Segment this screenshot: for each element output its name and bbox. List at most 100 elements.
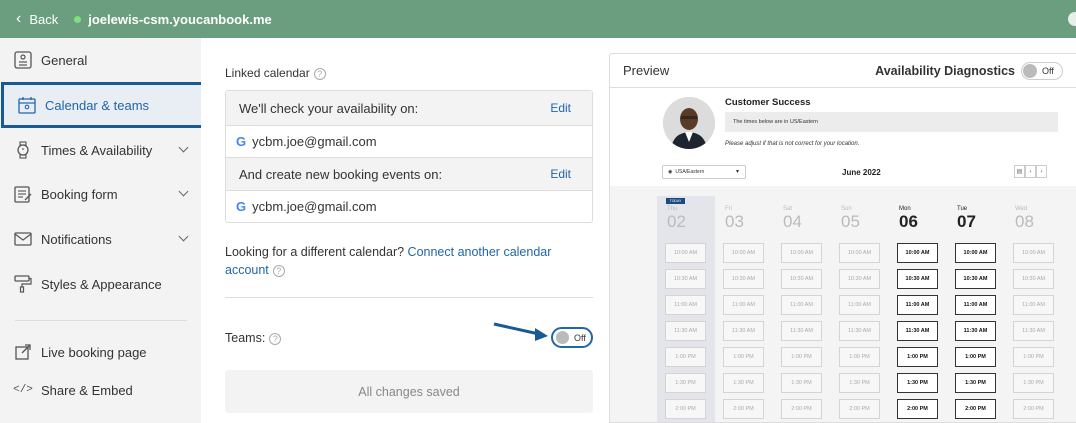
time-slot[interactable]: 11:30 AM	[897, 321, 938, 341]
teams-toggle[interactable]: Off	[551, 327, 593, 348]
time-slot[interactable]: 11:00 AM	[665, 295, 706, 315]
time-slot[interactable]: 2:00 PM	[665, 399, 706, 419]
time-slot[interactable]: 1:30 PM	[723, 373, 764, 393]
status-dot-icon	[74, 15, 82, 23]
time-slot[interactable]: 1:00 PM	[1013, 347, 1054, 367]
help-icon[interactable]: ?	[269, 332, 282, 345]
sidebar-item-notifications[interactable]: Notifications	[0, 218, 201, 260]
help-icon[interactable]	[1068, 12, 1076, 26]
time-slot[interactable]: 1:30 PM	[897, 373, 938, 393]
time-slot[interactable]: 1:30 PM	[955, 373, 996, 393]
sidebar-item-times-availability[interactable]: Times & Availability	[0, 129, 201, 171]
create-calendar-email: ycbm.joe@gmail.com	[252, 199, 377, 214]
time-slot[interactable]: 2:00 PM	[897, 399, 938, 419]
time-slot[interactable]: 11:30 AM	[839, 321, 880, 341]
time-slot[interactable]: 11:00 AM	[781, 295, 822, 315]
time-slot[interactable]: 1:00 PM	[955, 347, 996, 367]
time-slot[interactable]: 10:30 AM	[839, 269, 880, 289]
sidebar-item-styles-appearance[interactable]: Styles & Appearance	[0, 263, 201, 305]
edit-create-button[interactable]: Edit	[550, 167, 571, 181]
help-icon[interactable]: ?	[313, 67, 326, 80]
help-icon[interactable]: ?	[272, 264, 285, 277]
globe-icon: ◉	[668, 169, 673, 175]
day-header: Sun 05	[841, 206, 889, 232]
adjust-note: Please adjust if that is not correct for…	[725, 141, 860, 147]
timezone-select[interactable]: ◉ USA/Eastern ▾	[662, 165, 746, 179]
create-events-label: And create new booking events on:	[239, 166, 443, 182]
time-slot[interactable]: 11:00 AM	[955, 295, 996, 315]
time-slot[interactable]: 1:30 PM	[665, 373, 706, 393]
main-panel: Linked calendar? We'll check your availa…	[201, 38, 608, 423]
day-header: Fri 03	[725, 206, 773, 232]
calendar-nav: ▤ ‹ ›	[1014, 165, 1047, 178]
top-bar: ‹ Back joelewis-csm.youcanbook.me	[0, 0, 1076, 38]
time-slot[interactable]: 10:30 AM	[1013, 269, 1054, 289]
time-slot[interactable]: 10:30 AM	[781, 269, 822, 289]
time-slot[interactable]: 10:00 AM	[839, 243, 880, 263]
time-slot[interactable]: 1:00 PM	[781, 347, 822, 367]
time-slot[interactable]: 1:30 PM	[1013, 373, 1054, 393]
next-week-icon[interactable]: ›	[1036, 165, 1047, 178]
time-slot[interactable]: 10:30 AM	[955, 269, 996, 289]
time-slot[interactable]: 2:00 PM	[839, 399, 880, 419]
chevron-down-icon	[178, 186, 189, 197]
time-slot[interactable]: 11:00 AM	[1013, 295, 1054, 315]
time-slot[interactable]: 11:30 AM	[781, 321, 822, 341]
booking-page-title: Customer Success	[725, 97, 811, 108]
sidebar-item-share-embed[interactable]: </> Share & Embed	[0, 369, 201, 411]
check-availability-row: We'll check your availability on: Edit	[226, 91, 592, 126]
time-slot[interactable]: 2:00 PM	[1013, 399, 1054, 419]
back-button[interactable]: ‹ Back	[16, 10, 58, 28]
time-slot[interactable]: 1:00 PM	[897, 347, 938, 367]
sidebar-item-calendar-teams[interactable]: Calendar & teams	[1, 82, 204, 128]
time-slot[interactable]: 10:00 AM	[955, 243, 996, 263]
time-slot[interactable]: 10:00 AM	[897, 243, 938, 263]
time-slot[interactable]: 11:00 AM	[839, 295, 880, 315]
edit-check-button[interactable]: Edit	[550, 101, 571, 115]
sidebar-item-booking-form[interactable]: Booking form	[0, 173, 201, 215]
time-slot[interactable]: 2:00 PM	[723, 399, 764, 419]
time-slot[interactable]: 11:30 AM	[1013, 321, 1054, 341]
diagnostics-toggle[interactable]: Off	[1021, 62, 1063, 80]
time-slot[interactable]: 1:30 PM	[839, 373, 880, 393]
day-header: Tue 07	[957, 206, 1005, 232]
availability-diagnostics-label: Availability Diagnostics	[875, 63, 1015, 78]
prev-week-icon[interactable]: ‹	[1025, 165, 1036, 178]
calendar-picker-icon[interactable]: ▤	[1014, 165, 1025, 178]
back-label: Back	[29, 11, 59, 27]
day-number: 03	[725, 212, 744, 231]
external-link-icon	[13, 342, 33, 362]
time-slot[interactable]: 10:30 AM	[897, 269, 938, 289]
calendar-icon	[17, 95, 37, 115]
time-slot[interactable]: 10:30 AM	[723, 269, 764, 289]
sidebar-item-label: Live booking page	[41, 344, 147, 360]
time-slot[interactable]: 1:30 PM	[781, 373, 822, 393]
linked-calendar-title: Linked calendar?	[225, 66, 326, 80]
time-slot[interactable]: 10:00 AM	[1013, 243, 1054, 263]
time-slot[interactable]: 1:00 PM	[665, 347, 706, 367]
time-slot[interactable]: 10:00 AM	[781, 243, 822, 263]
time-slot[interactable]: 11:00 AM	[723, 295, 764, 315]
time-slot[interactable]: 10:00 AM	[723, 243, 764, 263]
toggle-state: Off	[574, 332, 586, 343]
time-slot[interactable]: 2:00 PM	[955, 399, 996, 419]
different-calendar-text: Looking for a different calendar? Connec…	[225, 243, 585, 279]
time-slot[interactable]: 11:30 AM	[665, 321, 706, 341]
time-slot[interactable]: 10:30 AM	[665, 269, 706, 289]
month-label: June 2022	[842, 168, 881, 177]
teams-label: Teams:	[225, 331, 266, 345]
sidebar-item-general[interactable]: General	[0, 39, 201, 81]
day-number: 06	[899, 212, 918, 231]
sidebar-item-live-booking-page[interactable]: Live booking page	[0, 331, 201, 373]
time-slot[interactable]: 2:00 PM	[781, 399, 822, 419]
time-slot[interactable]: 1:00 PM	[723, 347, 764, 367]
time-slot[interactable]: 11:30 AM	[955, 321, 996, 341]
watch-icon	[13, 140, 33, 160]
time-slot[interactable]: 11:30 AM	[723, 321, 764, 341]
time-slot[interactable]: 10:00 AM	[665, 243, 706, 263]
time-slot[interactable]: 11:00 AM	[897, 295, 938, 315]
different-calendar-label: Looking for a different calendar?	[225, 245, 408, 259]
check-calendar-row: G ycbm.joe@gmail.com	[226, 126, 592, 158]
time-slot[interactable]: 1:00 PM	[839, 347, 880, 367]
chevron-down-icon	[178, 231, 189, 242]
